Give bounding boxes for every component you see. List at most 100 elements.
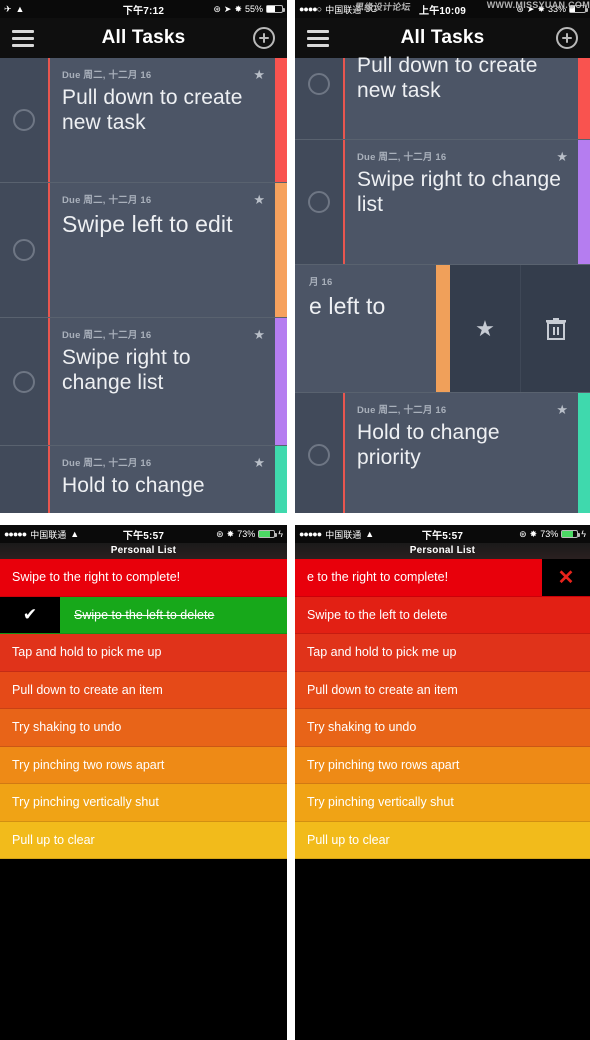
battery-percent-label: 55% xyxy=(244,3,263,14)
list-item-label: Pull up to clear xyxy=(12,832,95,847)
checkbox-circle-icon[interactable] xyxy=(308,444,330,466)
list-item[interactable]: Tap and hold to pick me up xyxy=(295,634,590,672)
task-body[interactable]: Due 周二, 十二月 16 ★ Hold to change xyxy=(50,446,275,513)
list-item-swiped[interactable]: e to the right to complete! ✕ xyxy=(295,559,590,597)
charging-bolt-icon: ϟ xyxy=(278,528,283,539)
task-checkbox-rail[interactable] xyxy=(0,183,50,317)
task-due-label: Due 周二, 十二月 16 xyxy=(62,330,152,341)
priority-color-strip xyxy=(275,58,287,182)
task-body[interactable]: Due 周二, 十二月 16 ★ Swipe left to edit xyxy=(50,183,275,317)
swipe-drag-handle[interactable] xyxy=(436,265,450,392)
location-arrow-icon: ➤ xyxy=(526,3,535,14)
phone-panel-bottom-left: ●●●●● 中国联通 ▲ 下午5:57 ⊛ ✸ 73% ϟ Personal L… xyxy=(0,525,287,1040)
checkbox-circle-icon[interactable] xyxy=(13,370,35,393)
list-item-label: Try pinching two rows apart xyxy=(12,757,165,772)
delete-glyph: ✕ xyxy=(557,566,575,589)
priority-color-strip xyxy=(578,140,590,264)
task-title: Hold to change xyxy=(62,474,205,497)
delete-action-button[interactable] xyxy=(520,265,590,392)
star-icon[interactable]: ★ xyxy=(556,150,568,163)
list-item[interactable]: Pull up to clear xyxy=(0,821,287,859)
list-item[interactable]: Try pinching vertically shut xyxy=(295,784,590,822)
bluetooth-icon: ✸ xyxy=(226,528,235,539)
plus-circle-icon[interactable] xyxy=(253,27,275,49)
battery-icon xyxy=(266,5,285,13)
favorite-action-button[interactable]: ★ xyxy=(450,265,520,392)
hamburger-menu-icon[interactable] xyxy=(307,29,329,47)
task-body[interactable]: Due 周二, 十二月 16 ★ Hold to change priority xyxy=(345,393,578,513)
task-due-row: Due 周二, 十二月 16 ★ xyxy=(357,402,568,417)
battery-percent-label: 73% xyxy=(237,528,256,539)
task-due-label: 月 16 xyxy=(309,277,333,288)
bluetooth-icon: ✸ xyxy=(529,528,538,539)
priority-color-strip xyxy=(578,58,590,139)
list-item[interactable]: Pull down to create an item xyxy=(295,671,590,709)
checkmark-icon[interactable]: ✔ xyxy=(0,596,60,633)
task-checkbox-rail[interactable] xyxy=(0,58,50,182)
hamburger-menu-icon[interactable] xyxy=(12,29,34,47)
list-item-label: Pull up to clear xyxy=(307,832,390,847)
rotation-lock-icon: ⊛ xyxy=(216,528,224,539)
task-body[interactable]: Pull down to create new task xyxy=(345,54,578,139)
bluetooth-icon: ✸ xyxy=(537,3,545,14)
rotation-lock-icon: ⊛ xyxy=(516,3,524,14)
checkbox-circle-icon[interactable] xyxy=(13,109,35,131)
list-item-completed[interactable]: ✔ Swipe to the left to delete xyxy=(0,596,287,634)
task-checkbox-rail[interactable] xyxy=(0,318,50,445)
item-list: e to the right to complete! ✕ Swipe to t… xyxy=(295,559,590,1039)
table-row[interactable]: Due 周二, 十二月 16 ★ Swipe left to edit xyxy=(0,183,287,318)
star-icon: ★ xyxy=(475,315,495,341)
task-due-row: Due 周二, 十二月 16 ★ xyxy=(62,67,265,82)
rotation-lock-icon: ⊛ xyxy=(213,3,221,14)
list-item[interactable]: Pull down to create an item xyxy=(0,671,287,709)
list-item[interactable]: Try shaking to undo xyxy=(0,709,287,747)
plus-circle-icon[interactable] xyxy=(556,27,578,49)
star-icon[interactable]: ★ xyxy=(253,193,265,206)
nav-bar: All Tasks xyxy=(0,18,287,58)
checkbox-circle-icon[interactable] xyxy=(308,72,330,95)
star-icon[interactable]: ★ xyxy=(253,68,265,81)
priority-color-strip xyxy=(578,393,590,513)
table-row[interactable]: Due 周二, 十二月 16 ★ Swipe right to change l… xyxy=(295,140,590,265)
checkbox-circle-icon[interactable] xyxy=(13,239,35,261)
table-row[interactable]: Due 周二, 十二月 16 ★ Hold to change priority xyxy=(295,393,590,513)
task-body[interactable]: Due 周二, 十二月 16 ★ Swipe right to change l… xyxy=(50,318,275,445)
list-item-label: Try shaking to undo xyxy=(12,720,122,735)
list-item[interactable]: Swipe to the right to complete! xyxy=(0,559,287,597)
task-checkbox-rail[interactable] xyxy=(0,446,50,513)
list-item[interactable]: Tap and hold to pick me up xyxy=(0,634,287,672)
table-row[interactable]: Due 周二, 十二月 16 ★ Swipe right to change l… xyxy=(0,318,287,446)
task-due-label: Due 周二, 十二月 16 xyxy=(62,70,152,81)
rotation-lock-icon: ⊛ xyxy=(519,528,527,539)
star-icon[interactable]: ★ xyxy=(556,403,568,416)
checkbox-circle-icon[interactable] xyxy=(308,191,330,213)
list-item[interactable]: Try pinching vertically shut xyxy=(0,784,287,822)
task-due-label: Due 周二, 十二月 16 xyxy=(62,195,152,206)
table-row-swiped[interactable]: 月 16 ★ e left to ★ xyxy=(295,265,590,393)
task-checkbox-rail[interactable] xyxy=(295,140,345,264)
list-item[interactable]: Try pinching two rows apart xyxy=(295,746,590,784)
task-list: Pull down to create new task Due 周二, 十二月… xyxy=(295,54,590,513)
task-checkbox-rail[interactable] xyxy=(295,393,345,513)
close-x-icon[interactable]: ✕ xyxy=(542,559,590,596)
screenshot-grid: ✈ ▲ 下午7:12 ⊛ ➤ ✸ 55% All Tasks Due 周二, 十… xyxy=(0,0,590,1040)
table-row[interactable]: Due 周二, 十二月 16 ★ Hold to change xyxy=(0,446,287,513)
list-item[interactable]: Swipe to the left to delete xyxy=(295,596,590,634)
list-item[interactable]: Pull up to clear xyxy=(295,821,590,859)
task-checkbox-rail[interactable] xyxy=(295,58,345,139)
status-right-group: ⊛ ➤ ✸ 55% xyxy=(213,3,285,14)
list-item[interactable]: Try shaking to undo xyxy=(295,709,590,747)
page-title: Personal List xyxy=(0,543,287,559)
phone-panel-bottom-right: ●●●●● 中国联通 ▲ 下午5:57 ⊛ ✸ 73% ϟ Personal L… xyxy=(295,525,590,1040)
priority-color-strip xyxy=(275,183,287,317)
list-item-label: Try pinching two rows apart xyxy=(307,757,460,772)
task-body[interactable]: Due 周二, 十二月 16 ★ Pull down to create new… xyxy=(50,58,275,182)
trash-icon xyxy=(545,317,566,340)
bluetooth-icon: ✸ xyxy=(234,3,242,14)
table-row[interactable]: Due 周二, 十二月 16 ★ Pull down to create new… xyxy=(0,58,287,183)
star-icon[interactable]: ★ xyxy=(253,328,265,341)
list-item[interactable]: Try pinching two rows apart xyxy=(0,746,287,784)
task-body[interactable]: Due 周二, 十二月 16 ★ Swipe right to change l… xyxy=(345,140,578,264)
table-row[interactable]: Pull down to create new task xyxy=(295,54,590,140)
star-icon[interactable]: ★ xyxy=(253,456,265,469)
